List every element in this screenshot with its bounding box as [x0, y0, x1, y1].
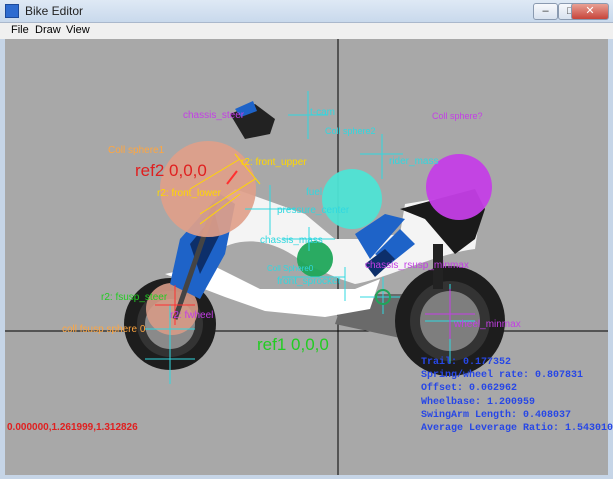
- cursor-coordinates: 0.000000,1.261999,1.312826: [7, 422, 138, 433]
- stat-label: SwingArm Length: [421, 409, 512, 421]
- stat-row: Average Leverage Ratio: 1.543010: [421, 423, 613, 435]
- label-pressure-center: pressure_center: [277, 205, 350, 216]
- stat-value: 0.177352: [463, 357, 512, 368]
- stat-label: Trail: [421, 357, 452, 368]
- stat-row: Spring/wheel rate: 0.807831: [421, 370, 584, 382]
- stat-row: Trail: 0.177352: [421, 357, 512, 368]
- window-frame-bottom: [0, 475, 613, 479]
- stat-value: 0.807831: [535, 370, 584, 382]
- label-front-upper: r2: front_upper: [241, 157, 307, 168]
- stat-label: Offset: [421, 383, 458, 395]
- stat-row: SwingArm Length: 0.408037: [421, 409, 572, 421]
- stat-label: Average Leverage Ratio: [421, 423, 554, 435]
- stat-row: Wheelbase: 1.200959: [421, 396, 536, 408]
- label-ref1: ref1 0,0,0: [257, 335, 329, 354]
- label-coll-sphere2: Coll sphere2: [325, 126, 376, 136]
- label-fsusp-steer: r2: fsusp_steer: [101, 292, 168, 303]
- menu-draw[interactable]: Draw: [35, 24, 61, 36]
- label-coll-sphere-right: Coll sphere?: [432, 111, 483, 121]
- label-coll-fsusp: coll fsusp sphere 0: [62, 324, 146, 335]
- label-wheel-minmax: wheel_minmax: [454, 319, 521, 330]
- label-front-sprocket: front_sprocket: [277, 276, 341, 287]
- label-rider-mass: rider_mass: [389, 156, 439, 167]
- title-bar: Bike Editor ‒ □ ✕: [0, 0, 613, 23]
- menu-view[interactable]: View: [66, 24, 90, 36]
- label-coll-sphere0: Coll Sphere0: [267, 264, 314, 273]
- stat-value: 1.543010: [565, 423, 613, 435]
- stat-label: Wheelbase: [421, 396, 476, 408]
- stat-label: Spring/wheel rate: [421, 370, 524, 382]
- stat-row: Offset: 0.062962: [421, 383, 518, 395]
- label-tcam: t-cam: [310, 107, 335, 118]
- label-ref2: ref2 0,0,0: [135, 161, 207, 180]
- close-button[interactable]: ✕: [571, 3, 609, 20]
- label-chassis-rsusp: chassis_rsusp_minmax: [365, 260, 469, 271]
- minimize-button[interactable]: ‒: [533, 3, 558, 20]
- label-front-lower: r2: front_lower: [157, 188, 221, 199]
- stat-value: 1.200959: [487, 396, 536, 408]
- app-icon: [5, 4, 19, 18]
- label-fwheel: r2: fwheel: [170, 310, 214, 321]
- label-coll-sphere1: Coll sphere1: [108, 145, 165, 156]
- label-chassis-steer: chassis_steer: [183, 110, 245, 121]
- label-chassis-mass: chassis_mass: [260, 235, 323, 246]
- stat-value: 0.408037: [523, 409, 572, 421]
- geometry-stats-panel: Trail: 0.177352 Spring/wheel rate: 0.807…: [421, 356, 613, 435]
- menu-file[interactable]: File: [11, 24, 29, 36]
- label-fuel: fuel: [306, 187, 323, 198]
- coll-sphere-2: [322, 169, 382, 229]
- window-title: Bike Editor: [25, 4, 84, 18]
- stat-value: 0.062962: [469, 383, 518, 395]
- menu-bar: File Draw View: [0, 23, 613, 39]
